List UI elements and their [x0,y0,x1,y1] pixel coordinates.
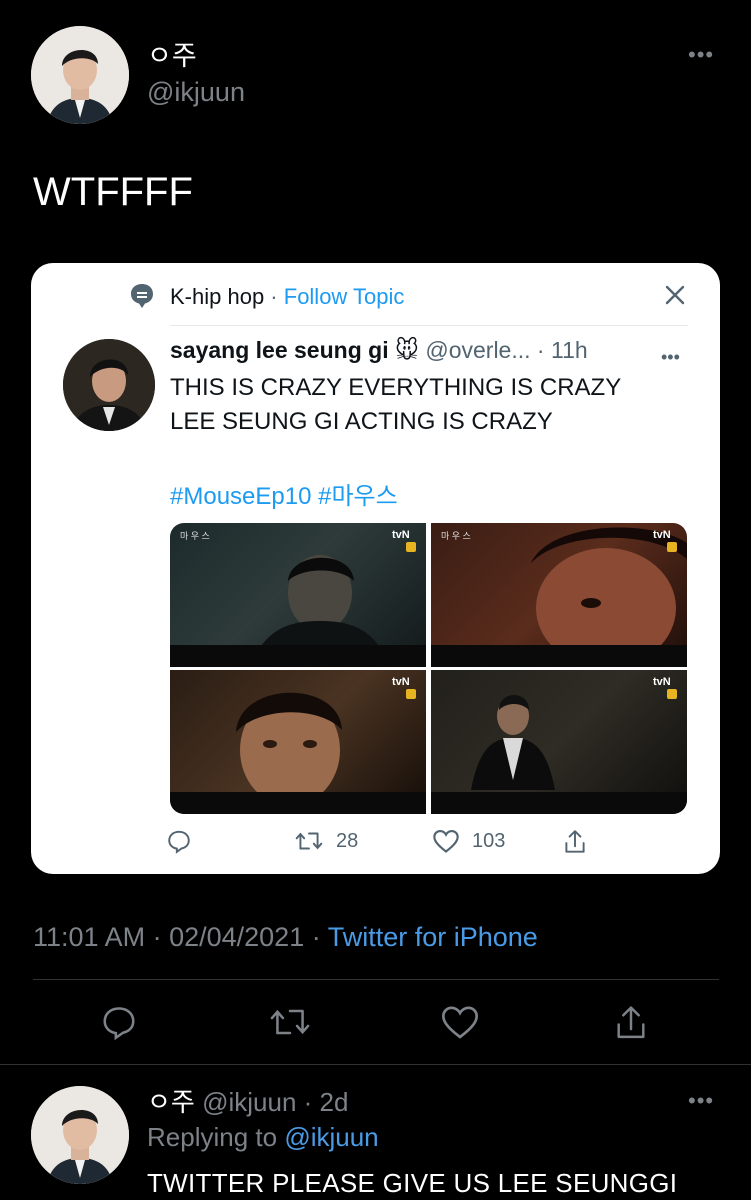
follow-topic-link[interactable]: Follow Topic [284,284,405,309]
tweet-date[interactable]: 02/04/2021 [169,922,304,952]
letterbox-bar [170,645,426,667]
quoted-text-line: THIS IS CRAZY EVERYTHING IS CRAZY [170,374,622,401]
channel-logo: tvN [392,676,416,699]
divider [33,979,719,980]
media-image[interactable]: 마 우 스 tvN [431,523,687,667]
reply-author-name[interactable]: ㅇ주 [147,1087,195,1117]
channel-logo: tvN [653,676,677,699]
reply-text: TWITTER PLEASE GIVE US LEE SEUNGGI [147,1168,678,1198]
tweet-time[interactable]: 11:01 AM [33,922,145,952]
topic-separator: · [264,284,284,309]
reply-icon [168,830,190,854]
share-button[interactable] [612,1003,650,1048]
author-handle[interactable]: @ikjuun [147,77,245,108]
channel-name: tvN [653,676,671,688]
author-avatar[interactable] [31,26,129,124]
media-image[interactable]: 마 우 스 tvN [170,523,426,667]
topic-line: K-hip hop · Follow Topic [170,284,404,310]
channel-name: tvN [392,676,410,688]
like-count: 103 [472,829,506,852]
letterbox-bar [170,792,426,814]
divider [0,1064,751,1065]
quoted-tweet-card[interactable]: K-hip hop · Follow Topic sayang lee seun… [31,263,720,874]
quoted-author-handle[interactable]: @overle... [425,337,530,363]
quoted-tweet-header: sayang lee seung gi 🐭 @overle... · 11h [170,337,695,364]
replying-to: Replying to @ikjuun [147,1122,379,1153]
channel-logo: tvN [392,529,416,552]
quoted-author-avatar[interactable] [63,339,155,431]
reply-icon [103,1007,135,1041]
reply-header: ㅇ주 @ikjuun · 2d [147,1082,348,1119]
retweet-icon [295,832,323,850]
media-image[interactable]: tvN [170,670,426,814]
media-grid[interactable]: 마 우 스 tvN 마 우 스 tvN tvN tvN [170,523,687,814]
quoted-text-line: LEE SEUNG GI ACTING IS CRAZY [170,408,553,435]
share-icon [617,1006,645,1039]
reply-author-handle[interactable]: @ikjuun [202,1087,296,1117]
retweet-button[interactable] [268,1003,312,1046]
topic-icon [129,282,155,315]
tweet-meta: 11:01 AM · 02/04/2021 · Twitter for iPho… [33,922,538,952]
like-button[interactable]: 103 [432,828,505,854]
channel-name: tvN [653,529,671,541]
more-icon[interactable]: ••• [688,1090,714,1112]
quoted-tweet-text: THIS IS CRAZY EVERYTHING IS CRAZY LEE SE… [170,371,670,439]
letterbox-bar [431,792,687,814]
quoted-author-name[interactable]: sayang lee seung gi 🐭 [170,337,419,363]
reply-time[interactable]: 2d [320,1087,349,1117]
reply-author-avatar[interactable] [31,1086,129,1184]
media-title: 마 우 스 [441,531,471,541]
more-icon[interactable]: ••• [688,44,714,66]
separator-dot: · [530,337,551,363]
retweet-icon [270,1009,310,1035]
topic-name[interactable]: K-hip hop [170,284,264,309]
like-icon [441,1006,479,1039]
quoted-time[interactable]: 11h [551,337,588,363]
like-icon [433,830,459,853]
close-icon[interactable] [663,283,687,312]
share-icon [565,830,585,853]
tweet-source[interactable]: Twitter for iPhone [328,922,538,952]
author-name[interactable]: ㅇ주 [147,34,197,73]
hashtags[interactable]: #MouseEp10 #마우스 [170,476,398,511]
replying-label: Replying to [147,1122,278,1152]
letterbox-bar [431,645,687,667]
channel-logo: tvN [653,529,677,552]
separator-dot: · [296,1087,320,1117]
media-image[interactable]: tvN [431,670,687,814]
reply-button[interactable] [166,828,192,854]
more-icon[interactable]: ••• [661,347,680,368]
divider [170,325,688,326]
reply-button[interactable] [100,1003,138,1046]
share-button[interactable] [562,828,588,856]
retweet-count: 28 [336,829,359,852]
media-title: 마 우 스 [180,531,210,541]
like-button[interactable] [440,1003,480,1046]
tweet-text: WTFFFF [33,170,193,214]
replying-to-handle[interactable]: @ikjuun [284,1122,378,1152]
quoted-tweet-actions: 28 103 [168,828,690,858]
channel-name: tvN [392,529,410,541]
retweet-button[interactable]: 28 [294,828,358,854]
